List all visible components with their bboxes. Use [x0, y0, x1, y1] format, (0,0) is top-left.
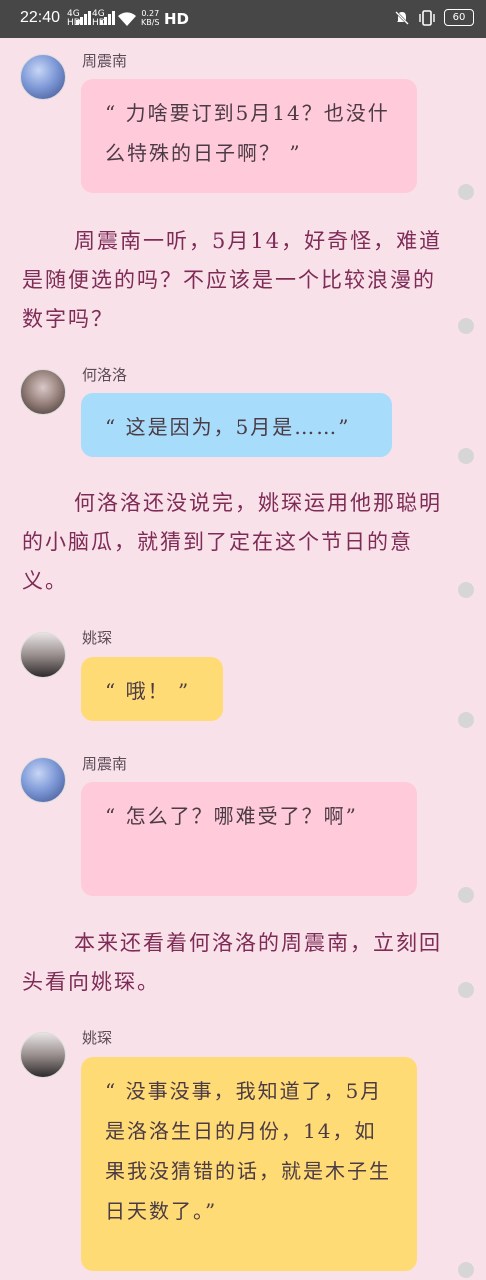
narration-paragraph: 本来还看着何洛洛的周震南，立刻回头看向姚琛。: [22, 931, 442, 994]
comment-dot-icon[interactable]: [458, 448, 474, 464]
chat-bubble: “ 怎么了？哪难受了？啊”: [81, 782, 417, 896]
hd-indicator: HD: [164, 10, 190, 28]
battery-icon: 60: [444, 9, 474, 26]
clock: 22:40: [20, 9, 61, 26]
narration-paragraph: 周震南一听，5月14，好奇怪，难道是随便选的吗？不应该是一个比较浪漫的数字吗？: [22, 229, 443, 331]
speaker-name: 姚琛: [82, 1029, 113, 1047]
avatar-he-luoluo[interactable]: [20, 369, 66, 415]
vibrate-icon: [419, 9, 435, 26]
avatar-yao-chen[interactable]: [20, 632, 66, 678]
speaker-name: 周震南: [82, 755, 128, 773]
avatar-zhou-zhennan[interactable]: [20, 757, 66, 803]
comment-dot-icon[interactable]: [458, 712, 474, 728]
network-speed: 0.27 KB/S: [141, 9, 160, 27]
chat-bubble: “ 没事没事，我知道了，5月是洛洛生日的月份，14，如果我没猜错的话，就是木子生…: [81, 1057, 417, 1271]
avatar-yao-chen[interactable]: [20, 1032, 66, 1078]
speaker-name: 周震南: [82, 52, 128, 70]
comment-dot-icon[interactable]: [458, 982, 474, 998]
speaker-name: 何洛洛: [82, 366, 128, 384]
chat-bubble: “ 这是因为，5月是……”: [81, 393, 392, 457]
mute-bell-icon: [395, 10, 409, 25]
avatar-zhou-zhennan[interactable]: [20, 54, 66, 100]
narration-paragraph: 何洛洛还没说完，姚琛运用他那聪明的小脑瓜，就猜到了定在这个节日的意义。: [22, 491, 442, 593]
chat-bubble: “ 力啥要订到5月14？也没什么特殊的日子啊？ ”: [81, 79, 417, 193]
chat-bubble: “ 哦！ ”: [81, 657, 223, 721]
comment-dot-icon[interactable]: [458, 582, 474, 598]
comment-dot-icon[interactable]: [458, 1262, 474, 1278]
wifi-icon: [118, 12, 136, 26]
comment-dot-icon[interactable]: [458, 318, 474, 334]
comment-dot-icon[interactable]: [458, 184, 474, 200]
speaker-name: 姚琛: [82, 629, 113, 647]
status-bar: 22:40 4G HD 4G HD 0.27 KB/S HD 60: [0, 0, 486, 38]
comment-dot-icon[interactable]: [458, 887, 474, 903]
